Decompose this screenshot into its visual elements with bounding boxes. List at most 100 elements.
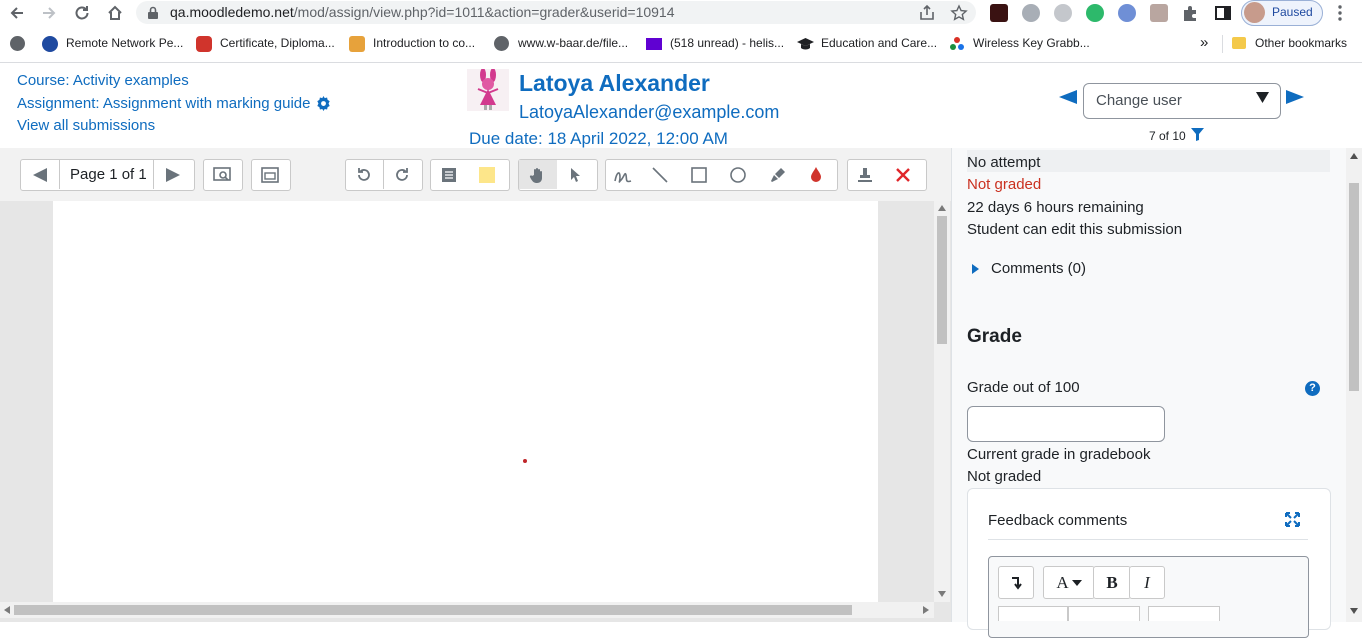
panel-scroll-down-icon[interactable] [1349, 607, 1359, 615]
course-icon [349, 36, 365, 52]
font-size-button[interactable]: A [1043, 566, 1095, 599]
user-name[interactable]: Latoya Alexander [519, 70, 710, 97]
other-bookmarks[interactable]: Other bookmarks [1255, 36, 1347, 50]
viewer-vertical-scroll-thumb[interactable] [937, 216, 947, 344]
submission-status: No attempt [967, 154, 1041, 171]
bookmark-divider [1222, 35, 1223, 53]
reload-icon[interactable] [71, 2, 93, 24]
home-icon[interactable] [104, 2, 126, 24]
previous-page-button[interactable] [21, 160, 59, 189]
viewer-horizontal-scroll-thumb[interactable] [14, 605, 852, 615]
card-divider [988, 539, 1308, 540]
toolbar-toggle-button[interactable] [998, 566, 1034, 599]
annotation-color-icon[interactable] [797, 160, 835, 189]
edit-status: Student can edit this submission [967, 221, 1183, 238]
help-icon[interactable]: ? [1305, 381, 1320, 396]
assignment-link[interactable]: Assignment: Assignment with marking guid… [17, 95, 310, 112]
extension-image-icon[interactable] [1150, 4, 1168, 22]
next-user-icon[interactable] [1286, 90, 1304, 104]
freehand-pen-icon[interactable] [604, 160, 642, 189]
extension-blue-icon[interactable] [1118, 4, 1136, 22]
line-tool-icon[interactable] [641, 160, 679, 189]
next-page-button[interactable] [154, 160, 192, 189]
side-panel-icon[interactable] [1214, 4, 1232, 22]
globe-icon [494, 36, 509, 51]
avatar [1244, 2, 1265, 23]
scroll-right-arrow-icon[interactable] [922, 605, 930, 615]
previous-user-icon[interactable] [1059, 90, 1077, 104]
link-buttons-group[interactable] [1148, 606, 1220, 621]
extension-grammarly-icon[interactable] [1086, 4, 1104, 22]
annotation-dot [523, 459, 527, 463]
extension-red-icon[interactable] [990, 4, 1008, 22]
grade-input[interactable] [967, 406, 1165, 442]
bookmark-item[interactable]: Wireless Key Grabb... [973, 36, 1090, 50]
grade-heading: Grade [967, 326, 1022, 347]
back-arrow-icon[interactable] [6, 2, 28, 24]
user-email: LatoyaAlexander@example.com [519, 102, 780, 122]
rotate-left-icon[interactable] [345, 160, 383, 189]
caret-right-icon[interactable] [972, 264, 979, 274]
graduation-cap-icon [797, 36, 814, 52]
assignment-link-text[interactable]: Assignment: Assignment with marking guid… [17, 95, 310, 112]
indent-buttons-group[interactable] [1068, 606, 1140, 621]
bookmark-item[interactable]: Certificate, Diploma... [220, 36, 335, 50]
menu-kebab-icon[interactable] [1334, 4, 1346, 22]
bookmark-item[interactable]: Education and Care... [821, 36, 937, 50]
search-comments-icon[interactable] [203, 160, 241, 189]
oval-tool-icon[interactable] [719, 160, 757, 189]
course-link[interactable]: Course: Activity examples [17, 72, 189, 89]
dropdown-arrow-icon [1256, 92, 1269, 103]
bookmark-item[interactable]: Remote Network Pe... [66, 36, 183, 50]
star-icon[interactable] [950, 4, 968, 22]
puzzle-icon[interactable] [1181, 4, 1199, 22]
scroll-up-arrow-icon[interactable] [937, 204, 947, 212]
bookmark-item[interactable]: www.w-baar.de/file... [518, 36, 628, 50]
filter-icon[interactable] [1191, 128, 1204, 141]
rectangle-tool-icon[interactable] [680, 160, 718, 189]
gear-icon[interactable] [316, 96, 331, 111]
folder-icon [1232, 37, 1246, 49]
rotate-right-icon[interactable] [383, 160, 421, 189]
collapse-panel-icon[interactable] [251, 160, 289, 189]
comment-icon[interactable] [430, 160, 468, 189]
comments-toggle[interactable]: Comments (0) [991, 260, 1086, 277]
url-path: /mod/assign/view.php?id=1011&action=grad… [293, 4, 675, 20]
comment-color-icon[interactable] [468, 160, 506, 189]
scroll-down-arrow-icon[interactable] [937, 590, 947, 598]
s-circle-icon [42, 36, 58, 52]
forward-arrow-icon[interactable] [38, 2, 60, 24]
pdf-page[interactable] [53, 201, 878, 602]
grade-label: Grade out of 100 [967, 379, 1080, 396]
highlighter-icon[interactable] [758, 160, 796, 189]
select-pointer-icon[interactable] [557, 160, 595, 189]
gradebook-value[interactable]: Not graded [967, 468, 1041, 485]
url-text: qa.moodledemo.net/mod/assign/view.php?id… [170, 4, 675, 20]
list-buttons-group[interactable] [998, 606, 1068, 621]
bookmark-item[interactable]: Introduction to co... [373, 36, 475, 50]
mail-icon [646, 38, 662, 50]
panel-scroll-thumb[interactable] [1349, 183, 1359, 391]
bookmarks-overflow[interactable]: » [1200, 34, 1208, 51]
stamp-icon[interactable] [846, 160, 884, 189]
pan-hand-icon[interactable] [519, 160, 557, 189]
extension-skype-icon[interactable] [1054, 4, 1072, 22]
bookmark-globe-icon [10, 36, 25, 51]
scroll-left-arrow-icon[interactable] [3, 605, 11, 615]
italic-button[interactable]: I [1129, 566, 1165, 599]
share-icon[interactable] [918, 4, 936, 22]
page-select[interactable]: Page 1 of 1 [70, 166, 147, 183]
profile-status-label: Paused [1272, 5, 1313, 19]
bold-button[interactable]: B [1093, 566, 1131, 599]
feedback-comments-label: Feedback comments [988, 512, 1128, 529]
panel-scroll-up-icon[interactable] [1349, 152, 1359, 160]
view-all-submissions-link[interactable]: View all submissions [17, 117, 155, 134]
bookmark-item[interactable]: (518 unread) - helis... [670, 36, 784, 50]
expand-icon[interactable] [1285, 512, 1300, 527]
dots-icon [949, 36, 965, 52]
due-date: Due date: 18 April 2022, 12:00 AM [469, 129, 728, 148]
extension-shield-icon[interactable] [1022, 4, 1040, 22]
badge-icon [196, 36, 212, 52]
delete-annotation-icon[interactable] [884, 160, 922, 189]
chrome-divider [0, 62, 1362, 63]
